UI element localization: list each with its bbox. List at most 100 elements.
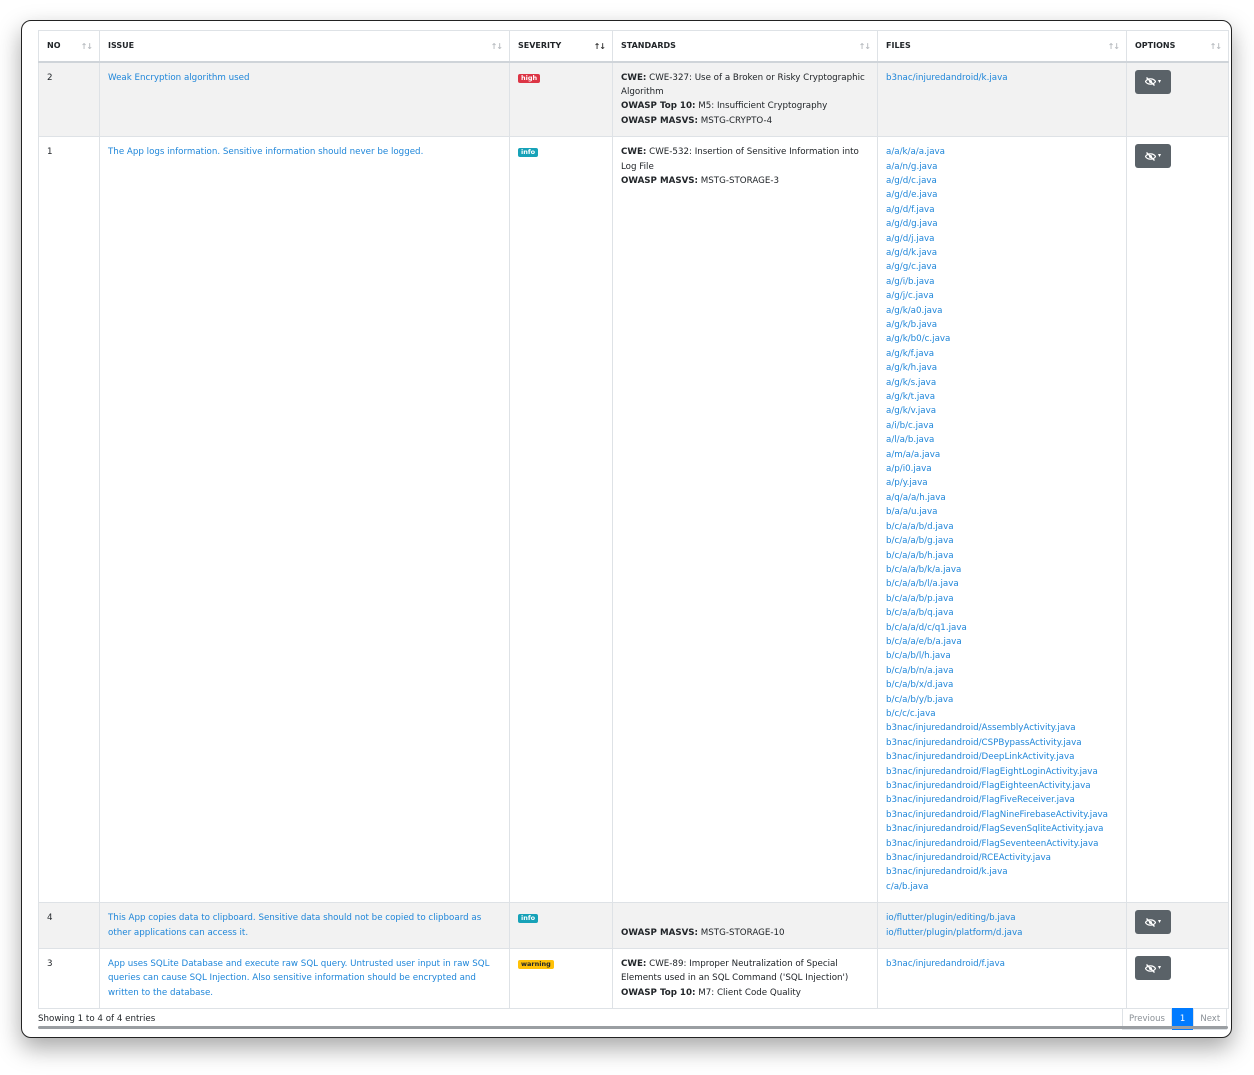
options-dropdown-button[interactable]: ▾	[1135, 69, 1171, 94]
cell-standards: CWE: CWE-89: Improper Neutralization of …	[612, 948, 878, 1010]
file-link[interactable]: b3nac/injuredandroid/FlagFiveReceiver.ja…	[886, 795, 1075, 805]
standard-line: CWE: CWE-532: Insertion of Sensitive Inf…	[621, 145, 869, 174]
file-link[interactable]: a/g/i/b.java	[886, 277, 935, 287]
file-link[interactable]: a/g/k/s.java	[886, 378, 936, 388]
cell-standards: CWE: CWE-532: Insertion of Sensitive Inf…	[612, 136, 878, 904]
file-link[interactable]: b/c/a/a/b/q.java	[886, 608, 954, 618]
file-link[interactable]: b/c/a/b/y/b.java	[886, 695, 953, 705]
cell-no: 3	[38, 948, 100, 1010]
file-link[interactable]: b3nac/injuredandroid/FlagEightLoginActiv…	[886, 767, 1098, 777]
file-link[interactable]: b/c/a/b/x/d.java	[886, 680, 953, 690]
standard-label: CWE:	[621, 147, 647, 158]
file-link[interactable]: b3nac/injuredandroid/FlagEighteenActivit…	[886, 781, 1091, 791]
file-item: b/c/a/a/b/d.java	[886, 520, 1118, 534]
file-item: b3nac/injuredandroid/f.java	[886, 957, 1118, 971]
file-link[interactable]: a/i/b/c.java	[886, 421, 934, 431]
file-link[interactable]: b3nac/injuredandroid/AssemblyActivity.ja…	[886, 723, 1076, 733]
file-link[interactable]: a/g/g/c.java	[886, 262, 937, 272]
file-link[interactable]: b/c/a/a/b/h.java	[886, 551, 954, 561]
file-link[interactable]: a/g/k/f.java	[886, 349, 934, 359]
file-link[interactable]: b3nac/injuredandroid/CSPBypassActivity.j…	[886, 738, 1082, 748]
file-item: b3nac/injuredandroid/FlagFiveReceiver.ja…	[886, 793, 1118, 807]
file-item: a/g/k/v.java	[886, 404, 1118, 418]
file-link[interactable]: a/a/n/g.java	[886, 162, 937, 172]
file-link[interactable]: b3nac/injuredandroid/k.java	[886, 73, 1008, 83]
cell-issue: This App copies data to clipboard. Sensi…	[99, 902, 510, 950]
file-link[interactable]: io/flutter/plugin/platform/d.java	[886, 928, 1022, 938]
file-link[interactable]: b3nac/injuredandroid/DeepLinkActivity.ja…	[886, 752, 1074, 762]
file-link[interactable]: a/g/d/c.java	[886, 176, 937, 186]
file-link[interactable]: b3nac/injuredandroid/FlagNineFirebaseAct…	[886, 810, 1108, 820]
eye-slash-icon	[1144, 917, 1157, 927]
file-link[interactable]: a/g/k/h.java	[886, 363, 937, 373]
file-link[interactable]: a/g/k/t.java	[886, 392, 935, 402]
file-link[interactable]: a/g/k/a0.java	[886, 306, 942, 316]
file-link[interactable]: c/a/b.java	[886, 882, 928, 892]
column-header-issue[interactable]: ISSUE ↑↓	[99, 30, 510, 63]
file-link[interactable]: b3nac/injuredandroid/f.java	[886, 959, 1005, 969]
column-header-options[interactable]: OPTIONS ↑↓	[1126, 30, 1229, 63]
file-item: b3nac/injuredandroid/FlagSevenSqliteActi…	[886, 822, 1118, 836]
cell-issue: App uses SQLite Database and execute raw…	[99, 948, 510, 1010]
cell-files: io/flutter/plugin/editing/b.java io/flutt…	[877, 902, 1127, 950]
column-header-issue-label: ISSUE	[108, 40, 135, 50]
file-link[interactable]: b/c/c/c.java	[886, 709, 936, 719]
column-header-standards[interactable]: STANDARDS ↑↓	[612, 30, 878, 63]
file-link[interactable]: b/c/a/a/d/c/q1.java	[886, 623, 967, 633]
sort-icon: ↑↓	[80, 42, 93, 51]
caret-down-icon: ▾	[1157, 918, 1161, 926]
file-item: b3nac/injuredandroid/FlagEighteenActivit…	[886, 779, 1118, 793]
options-dropdown-button[interactable]: ▾	[1135, 956, 1171, 981]
file-link[interactable]: b/c/a/a/b/p.java	[886, 594, 954, 604]
file-item: b/c/a/a/b/h.java	[886, 549, 1118, 563]
file-link[interactable]: a/g/k/v.java	[886, 406, 936, 416]
file-link[interactable]: a/p/y.java	[886, 478, 928, 488]
file-link[interactable]: io/flutter/plugin/editing/b.java	[886, 913, 1016, 923]
file-item: a/g/k/h.java	[886, 361, 1118, 375]
file-link[interactable]: a/g/d/k.java	[886, 248, 937, 258]
sort-icon: ↑↓	[858, 42, 871, 51]
standard-line: OWASP MASVS: MSTG-CRYPTO-4	[621, 114, 869, 128]
file-link[interactable]: a/l/a/b.java	[886, 435, 934, 445]
sort-icon: ↑↓	[1209, 42, 1222, 51]
issue-link[interactable]: The App logs information. Sensitive info…	[108, 147, 423, 157]
horizontal-scrollbar[interactable]	[38, 1026, 1228, 1029]
issue-link[interactable]: App uses SQLite Database and execute raw…	[108, 959, 489, 998]
file-item: b3nac/injuredandroid/k.java	[886, 865, 1118, 879]
options-dropdown-button[interactable]: ▾	[1135, 144, 1171, 169]
issue-link[interactable]: Weak Encryption algorithm used	[108, 73, 250, 83]
file-link[interactable]: a/g/k/b0/c.java	[886, 334, 950, 344]
file-link[interactable]: b3nac/injuredandroid/FlagSeventeenActivi…	[886, 839, 1098, 849]
file-link[interactable]: a/p/i0.java	[886, 464, 932, 474]
file-link[interactable]: a/g/d/e.java	[886, 190, 937, 200]
column-header-files[interactable]: FILES ↑↓	[877, 30, 1127, 63]
file-link[interactable]: b3nac/injuredandroid/RCEActivity.java	[886, 853, 1051, 863]
file-link[interactable]: a/g/d/j.java	[886, 234, 935, 244]
file-link[interactable]: b/c/a/a/b/l/a.java	[886, 579, 959, 589]
standard-label: OWASP MASVS:	[621, 927, 699, 938]
file-link[interactable]: a/g/k/b.java	[886, 320, 937, 330]
options-dropdown-button[interactable]: ▾	[1135, 910, 1171, 935]
column-header-severity[interactable]: SEVERITY ↑↓	[509, 30, 613, 63]
file-link[interactable]: b/c/a/a/b/d.java	[886, 522, 954, 532]
file-link[interactable]: b/c/a/a/e/b/a.java	[886, 637, 962, 647]
file-link[interactable]: a/a/k/a/a.java	[886, 147, 945, 157]
file-link[interactable]: b/c/a/a/b/g.java	[886, 536, 954, 546]
file-link[interactable]: b3nac/injuredandroid/FlagSevenSqliteActi…	[886, 824, 1103, 834]
column-header-no[interactable]: NO ↑↓	[38, 30, 100, 63]
file-item: b/c/a/a/e/b/a.java	[886, 635, 1118, 649]
issue-link[interactable]: This App copies data to clipboard. Sensi…	[108, 913, 481, 937]
file-link[interactable]: a/m/a/a.java	[886, 450, 940, 460]
file-link[interactable]: b/a/a/u.java	[886, 507, 937, 517]
cell-severity: high	[509, 60, 613, 138]
file-link[interactable]: b/c/a/b/n/a.java	[886, 666, 954, 676]
file-link[interactable]: a/g/d/g.java	[886, 219, 938, 229]
file-item: b3nac/injuredandroid/CSPBypassActivity.j…	[886, 736, 1118, 750]
file-link[interactable]: a/g/j/c.java	[886, 291, 934, 301]
file-link[interactable]: b/c/a/a/b/k/a.java	[886, 565, 961, 575]
file-link[interactable]: a/q/a/a/h.java	[886, 493, 946, 503]
file-link[interactable]: b/c/a/b/l/h.java	[886, 651, 951, 661]
file-link[interactable]: b3nac/injuredandroid/k.java	[886, 867, 1008, 877]
file-item: b/c/a/a/b/p.java	[886, 592, 1118, 606]
file-link[interactable]: a/g/d/f.java	[886, 205, 935, 215]
